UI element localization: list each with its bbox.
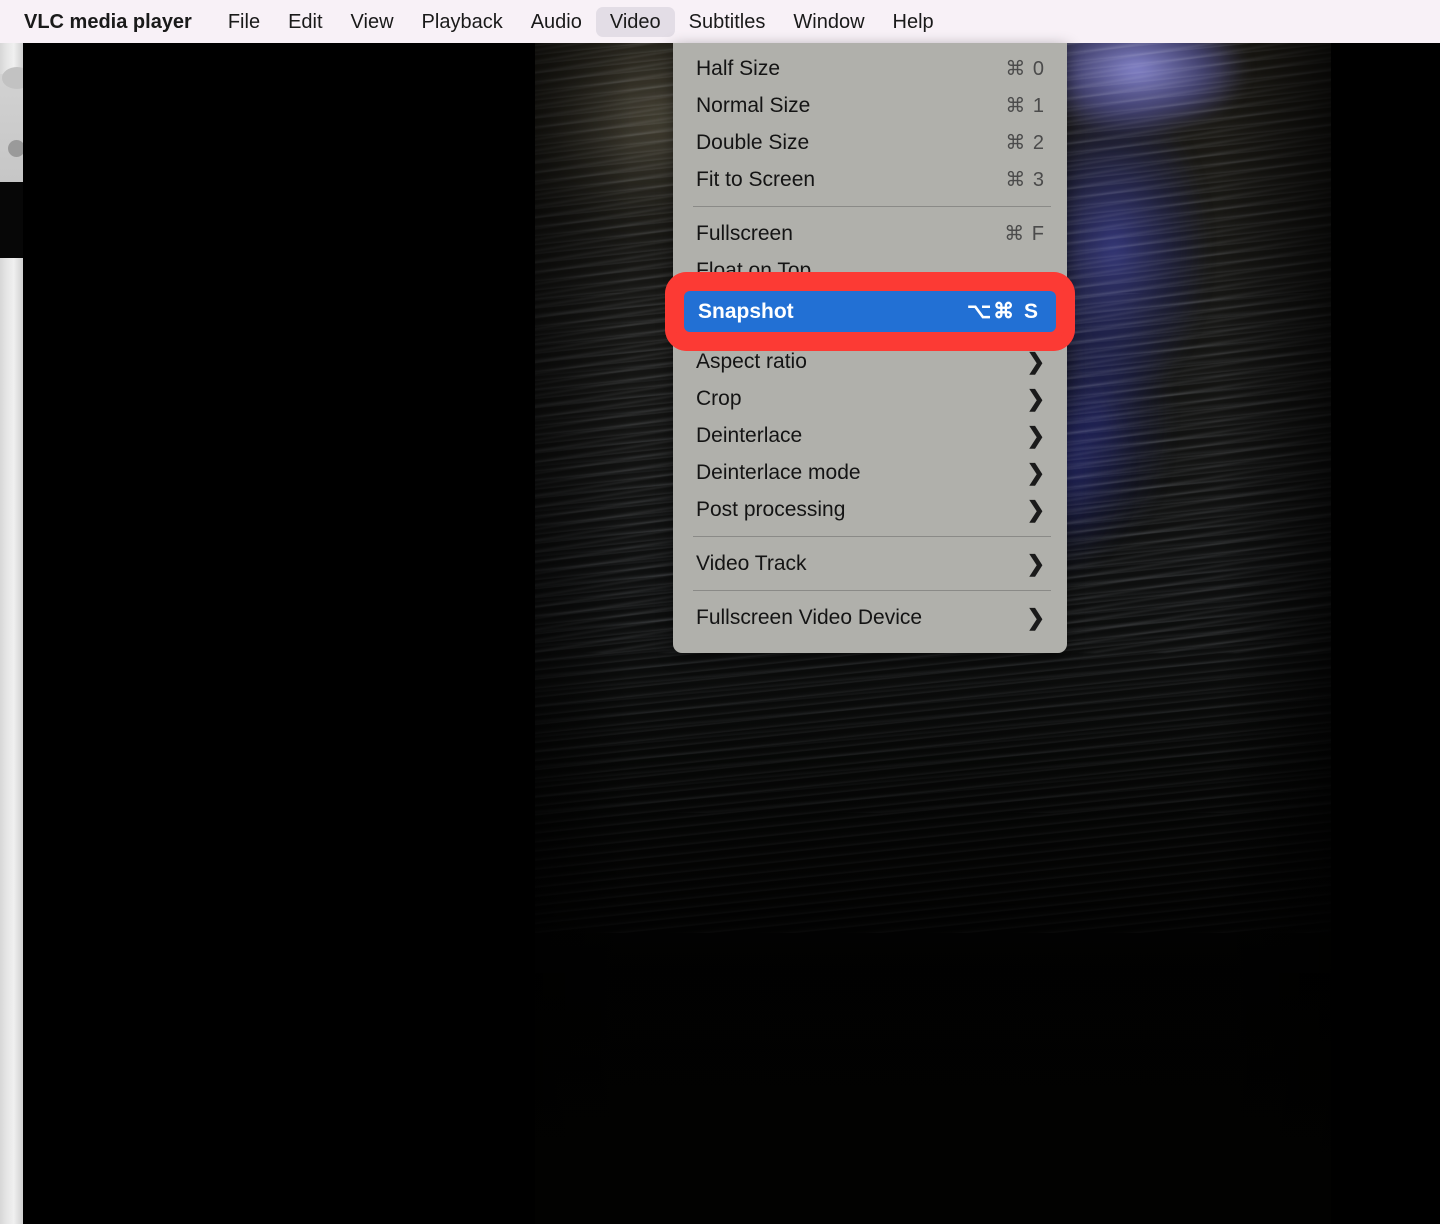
- menu-item-shortcut: ⌘ 0: [1005, 58, 1045, 80]
- menu-item-video-track[interactable]: Video Track ❯: [673, 545, 1067, 582]
- menu-item-label: Snapshot: [698, 299, 794, 323]
- menu-item-label: Post processing: [696, 497, 846, 521]
- menubar-item-view[interactable]: View: [337, 7, 408, 37]
- menu-item-snapshot[interactable]: Snapshot ⌥⌘ S: [684, 291, 1056, 332]
- menu-item-label: Fullscreen Video Device: [696, 605, 923, 629]
- menu-item-half-size[interactable]: Half Size ⌘ 0: [673, 50, 1067, 87]
- menu-item-label: Fit to Screen: [696, 167, 816, 191]
- menu-item-label: Aspect ratio: [696, 349, 807, 373]
- menu-item-post-processing[interactable]: Post processing ❯: [673, 491, 1067, 528]
- menubar-item-file[interactable]: File: [214, 7, 274, 37]
- background-window-toolbar: [0, 74, 23, 182]
- chevron-right-icon: ❯: [1026, 385, 1045, 411]
- menu-item-crop[interactable]: Crop ❯: [673, 380, 1067, 417]
- background-window-sliver[interactable]: [0, 37, 32, 1224]
- menu-item-shortcut: ⌘ 1: [1005, 95, 1045, 117]
- chevron-right-icon: ❯: [1026, 459, 1045, 485]
- menubar-item-edit[interactable]: Edit: [274, 7, 336, 37]
- menu-item-label: Crop: [696, 386, 742, 410]
- menubar-item-video[interactable]: Video: [595, 6, 675, 37]
- menu-item-shortcut: ⌘ 3: [1005, 169, 1045, 191]
- desktop: VLC media player File Edit View Playback…: [0, 0, 1440, 1224]
- menubar-item-playback[interactable]: Playback: [408, 7, 517, 37]
- menu-item-shortcut: ⌘ F: [1004, 223, 1045, 245]
- menubar-item-help[interactable]: Help: [879, 7, 948, 37]
- menu-bar: VLC media player File Edit View Playback…: [0, 0, 1440, 43]
- menu-item-double-size[interactable]: Double Size ⌘ 2: [673, 124, 1067, 161]
- menu-item-label: Fullscreen: [696, 221, 793, 245]
- video-bottom-vignette: [535, 664, 1331, 1224]
- menubar-item-subtitles[interactable]: Subtitles: [675, 7, 780, 37]
- menu-item-label: Normal Size: [696, 93, 811, 117]
- menubar-item-audio[interactable]: Audio: [517, 7, 596, 37]
- menu-item-label: Half Size: [696, 56, 781, 80]
- menu-separator: [693, 206, 1051, 207]
- menu-separator: [693, 536, 1051, 537]
- menu-item-fit-to-screen[interactable]: Fit to Screen ⌘ 3: [673, 161, 1067, 198]
- menu-item-deinterlace-mode[interactable]: Deinterlace mode ❯: [673, 454, 1067, 491]
- menu-separator: [693, 590, 1051, 591]
- menubar-app-name[interactable]: VLC media player: [0, 7, 214, 37]
- chevron-right-icon: ❯: [1026, 496, 1045, 522]
- menu-item-shortcut: ⌘ 2: [1005, 132, 1045, 154]
- chevron-right-icon: ❯: [1026, 348, 1045, 374]
- menu-item-deinterlace[interactable]: Deinterlace ❯: [673, 417, 1067, 454]
- menu-item-fullscreen[interactable]: Fullscreen ⌘ F: [673, 215, 1067, 252]
- menu-item-label: Deinterlace: [696, 423, 803, 447]
- menu-item-label: Deinterlace mode: [696, 460, 861, 484]
- chevron-right-icon: ❯: [1026, 550, 1045, 576]
- menu-item-fullscreen-video-device[interactable]: Fullscreen Video Device ❯: [673, 599, 1067, 636]
- menu-item-shortcut: ⌥⌘ S: [966, 300, 1040, 323]
- menubar-item-window[interactable]: Window: [779, 7, 878, 37]
- menu-item-label: Video Track: [696, 551, 807, 575]
- chevron-right-icon: ❯: [1026, 604, 1045, 630]
- menu-item-label: Double Size: [696, 130, 810, 154]
- background-window-dark-strip: [0, 182, 23, 258]
- menu-item-normal-size[interactable]: Normal Size ⌘ 1: [673, 87, 1067, 124]
- chevron-right-icon: ❯: [1026, 422, 1045, 448]
